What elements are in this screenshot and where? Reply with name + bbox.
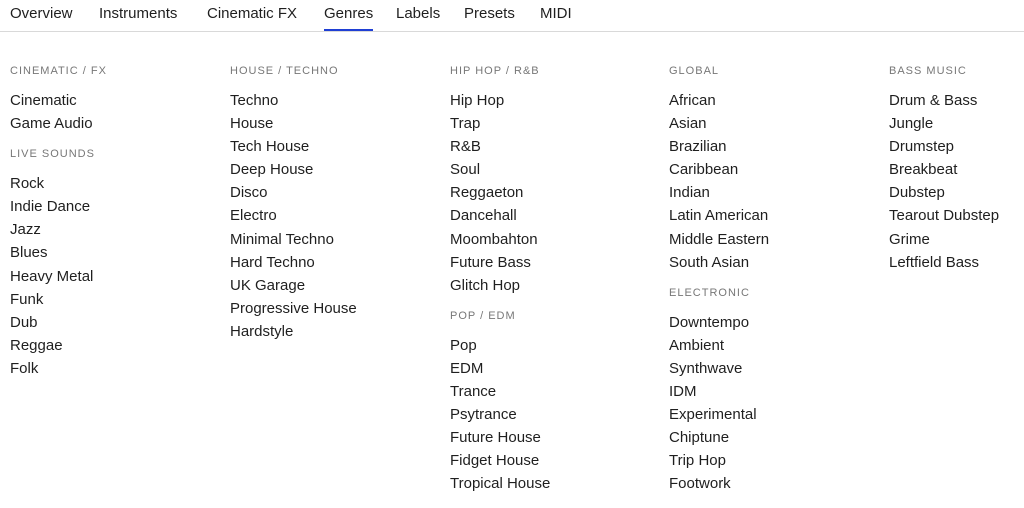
genre-link[interactable]: Future House [450,426,660,449]
genre-link[interactable]: Soul [450,158,660,181]
genre-link[interactable]: Dancehall [450,204,660,227]
genre-link[interactable]: Drum & Bass [889,89,1024,112]
group-heading: POP / EDM [450,309,516,322]
genre-group: LIVE SOUNDS Rock Indie Dance Jazz Blues Heavy… [10,147,220,380]
genre-link[interactable]: Reggae [10,334,220,357]
genre-link[interactable]: Hard Techno [230,251,440,274]
genre-column: GLOBAL African Asian Brazilian Caribbean Indi… [669,64,879,508]
group-heading: BASS MUSIC [889,65,967,77]
genre-link[interactable]: Indie Dance [10,195,220,218]
genre-link[interactable]: Tropical House [450,472,660,495]
genre-column: HIP HOP / R&B Hip Hop Trap R&B Soul Reggaeton… [450,64,660,508]
group-heading: HIP HOP / R&B [450,65,540,77]
genre-column: CINEMATIC / FX Cinematic Game Audio LIVE SO… [10,64,220,392]
genre-link[interactable]: Game Audio [10,112,220,135]
group-heading: CINEMATIC / FX [10,65,107,77]
tab-midi[interactable]: MIDI [540,5,572,31]
genre-link[interactable]: House [230,112,440,135]
genre-link[interactable]: Middle Eastern [669,228,879,251]
genre-link[interactable]: Blues [10,241,220,264]
genre-group: BASS MUSIC Drum & Bass Jungle Drumstep Break… [889,64,1024,274]
genre-link[interactable]: R&B [450,135,660,158]
genre-link[interactable]: IDM [669,380,879,403]
genre-link[interactable]: Deep House [230,158,440,181]
genre-group: POP / EDM Pop EDM Trance Psytrance Future Hou… [450,309,660,496]
genre-link[interactable]: African [669,89,879,112]
genre-link[interactable]: Jazz [10,218,220,241]
genre-link[interactable]: Tech House [230,135,440,158]
genre-column: HOUSE / TECHNO Techno House Tech House Deep … [230,64,440,355]
genre-link[interactable]: EDM [450,357,660,380]
tab-presets[interactable]: Presets [464,5,515,31]
genre-link[interactable]: Experimental [669,403,879,426]
genre-link[interactable]: Glitch Hop [450,274,660,297]
genre-group: HOUSE / TECHNO Techno House Tech House Deep … [230,64,440,343]
genre-link[interactable]: UK Garage [230,274,440,297]
genre-link[interactable]: Electro [230,204,440,227]
tab-bar: Overview Instruments Cinematic FX Genres… [0,0,1024,32]
genre-link[interactable]: Minimal Techno [230,228,440,251]
genre-link[interactable]: Fidget House [450,449,660,472]
genre-link[interactable]: Drumstep [889,135,1024,158]
tab-labels[interactable]: Labels [396,5,440,31]
genre-link[interactable]: Footwork [669,472,879,495]
genre-link[interactable]: Ambient [669,334,879,357]
genre-link[interactable]: Hip Hop [450,89,660,112]
genre-link[interactable]: Asian [669,112,879,135]
genre-link[interactable]: Future Bass [450,251,660,274]
genre-column: BASS MUSIC Drum & Bass Jungle Drumstep Break… [889,64,1024,286]
genre-link[interactable]: Latin American [669,204,879,227]
genre-link[interactable]: Leftfield Bass [889,251,1024,274]
genre-link[interactable]: Trap [450,112,660,135]
group-heading: ELECTRONIC [669,286,750,299]
genre-link[interactable]: Techno [230,89,440,112]
group-heading: GLOBAL [669,65,720,77]
genre-link[interactable]: Caribbean [669,158,879,181]
tab-instruments[interactable]: Instruments [99,5,177,31]
genre-link[interactable]: Funk [10,288,220,311]
genre-link[interactable]: Downtempo [669,311,879,334]
genre-link[interactable]: Pop [450,334,660,357]
genre-link[interactable]: Rock [10,172,220,195]
genre-link[interactable]: Trance [450,380,660,403]
genre-group: GLOBAL African Asian Brazilian Caribbean Indi… [669,64,879,274]
genre-link[interactable]: Chiptune [669,426,879,449]
genre-link[interactable]: Disco [230,181,440,204]
genre-link[interactable]: Reggaeton [450,181,660,204]
genre-link[interactable]: Psytrance [450,403,660,426]
genre-link[interactable]: Dubstep [889,181,1024,204]
genre-link[interactable]: Heavy Metal [10,265,220,288]
genre-link[interactable]: South Asian [669,251,879,274]
genre-link[interactable]: Folk [10,357,220,380]
genre-group: ELECTRONIC Downtempo Ambient Synthwave IDM Ex… [669,286,879,496]
genre-link[interactable]: Synthwave [669,357,879,380]
group-heading: LIVE SOUNDS [10,148,95,161]
tab-overview[interactable]: Overview [10,5,73,31]
genre-group: CINEMATIC / FX Cinematic Game Audio [10,64,220,135]
genre-link[interactable]: Progressive House [230,297,440,320]
group-heading: HOUSE / TECHNO [230,65,339,77]
genre-link[interactable]: Breakbeat [889,158,1024,181]
genre-link[interactable]: Moombahton [450,228,660,251]
genre-link[interactable]: Indian [669,181,879,204]
tab-genres[interactable]: Genres [324,5,374,31]
genre-link[interactable]: Trip Hop [669,449,879,472]
genre-link[interactable]: Grime [889,228,1024,251]
genre-link[interactable]: Tearout Dubstep [889,204,1024,227]
tab-cinematic-fx[interactable]: Cinematic FX [207,5,297,31]
genre-link[interactable]: Cinematic [10,89,220,112]
genre-link[interactable]: Brazilian [669,135,879,158]
genre-link[interactable]: Hardstyle [230,320,440,343]
genre-group: HIP HOP / R&B Hip Hop Trap R&B Soul Reggaeton… [450,64,660,297]
genre-link[interactable]: Dub [10,311,220,334]
genre-link[interactable]: Jungle [889,112,1024,135]
